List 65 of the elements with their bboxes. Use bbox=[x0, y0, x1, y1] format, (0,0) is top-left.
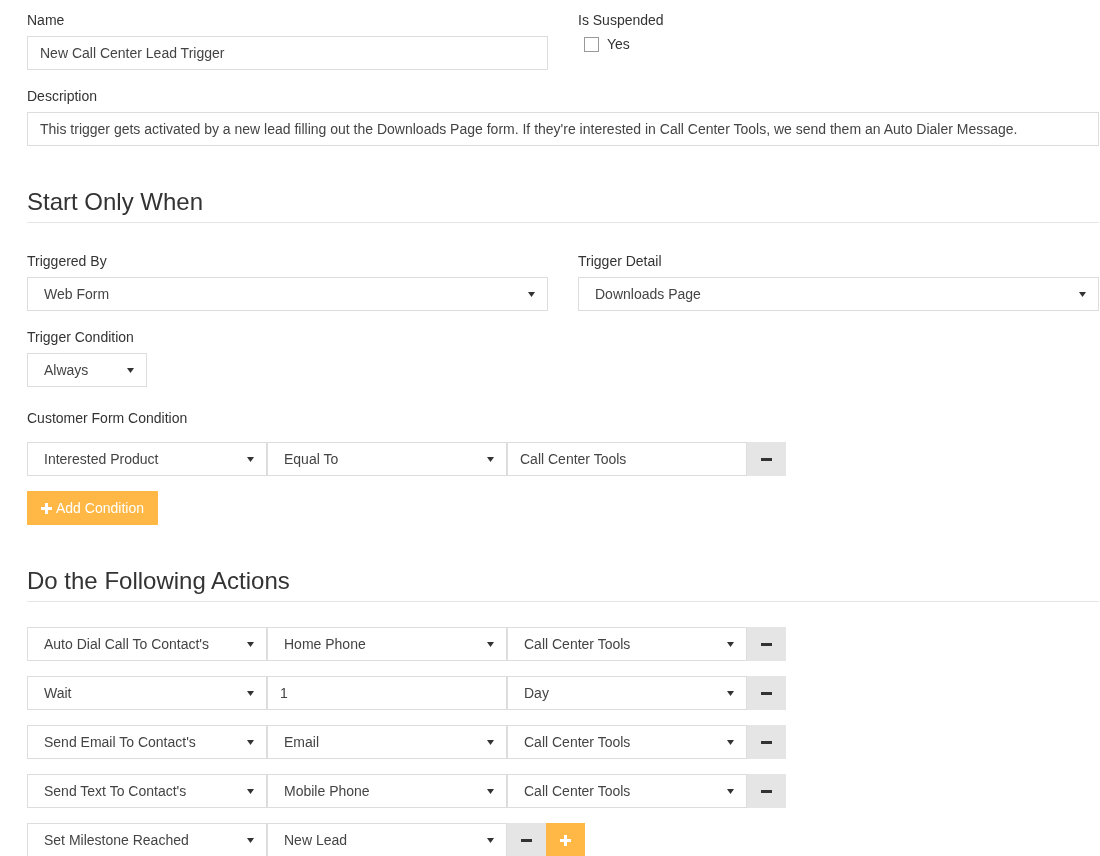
caret-icon bbox=[528, 291, 535, 297]
select-field[interactable]: Send Text To Contact's bbox=[27, 774, 267, 808]
field-label: Description bbox=[27, 87, 99, 106]
caret-icon bbox=[487, 739, 494, 745]
minus-icon bbox=[521, 838, 532, 842]
select-field[interactable]: Send Email To Contact's bbox=[27, 725, 267, 759]
input-field[interactable]: 1 bbox=[267, 676, 507, 710]
select-field[interactable]: New Lead bbox=[267, 823, 507, 856]
section-heading: Do the Following Actions bbox=[27, 565, 1099, 602]
select-field[interactable]: Downloads Page bbox=[578, 277, 1099, 311]
field-label: Is Suspended bbox=[578, 11, 665, 30]
minus-icon bbox=[761, 691, 772, 695]
caret-icon bbox=[727, 788, 734, 794]
caret-icon bbox=[487, 641, 494, 647]
caret-icon bbox=[247, 837, 254, 843]
caret-icon bbox=[487, 788, 494, 794]
remove-button[interactable] bbox=[747, 627, 786, 661]
caret-icon bbox=[247, 739, 254, 745]
select-field[interactable]: Wait bbox=[27, 676, 267, 710]
plus-icon bbox=[560, 834, 571, 846]
select-field[interactable]: Equal To bbox=[267, 442, 507, 476]
caret-icon bbox=[247, 456, 254, 462]
select-field[interactable]: Auto Dial Call To Contact's bbox=[27, 627, 267, 661]
caret-icon bbox=[247, 641, 254, 647]
caret-icon bbox=[727, 690, 734, 696]
caret-icon bbox=[247, 690, 254, 696]
remove-button[interactable] bbox=[747, 442, 786, 476]
caret-icon bbox=[727, 739, 734, 745]
input-field[interactable]: Call Center Tools bbox=[507, 442, 747, 476]
remove-button[interactable] bbox=[507, 823, 546, 856]
minus-icon bbox=[761, 740, 772, 744]
caret-icon bbox=[727, 641, 734, 647]
field-label: Triggered By bbox=[27, 252, 108, 271]
remove-button[interactable] bbox=[747, 774, 786, 808]
remove-button[interactable] bbox=[747, 725, 786, 759]
minus-icon bbox=[761, 789, 772, 793]
minus-icon bbox=[761, 457, 772, 461]
input-field[interactable]: This trigger gets activated by a new lead filling out the Downloads Page form. If they're interested in Call Center Tools, we send them an Auto Dialer Message. bbox=[27, 112, 1099, 146]
select-field[interactable]: Home Phone bbox=[267, 627, 507, 661]
input-field[interactable]: New Call Center Lead Trigger bbox=[27, 36, 548, 70]
checkbox-label: Yes bbox=[607, 36, 630, 52]
caret-icon bbox=[487, 837, 494, 843]
select-field[interactable]: Mobile Phone bbox=[267, 774, 507, 808]
field-label: Customer Form Condition bbox=[27, 409, 189, 428]
checkbox[interactable] bbox=[584, 36, 599, 52]
select-field[interactable]: Call Center Tools bbox=[507, 774, 747, 808]
select-field[interactable]: Always bbox=[27, 353, 147, 387]
select-field[interactable]: Call Center Tools bbox=[507, 725, 747, 759]
remove-button[interactable] bbox=[747, 676, 786, 710]
select-field[interactable]: Call Center Tools bbox=[507, 627, 747, 661]
caret-icon bbox=[487, 456, 494, 462]
field-label: Trigger Condition bbox=[27, 328, 135, 347]
section-heading: Start Only When bbox=[27, 186, 1099, 223]
plus-icon bbox=[41, 502, 52, 514]
caret-icon bbox=[127, 367, 134, 373]
field-label: Trigger Detail bbox=[578, 252, 663, 271]
select-field[interactable]: Set Milestone Reached bbox=[27, 823, 267, 856]
select-field[interactable]: Interested Product bbox=[27, 442, 267, 476]
field-label: Name bbox=[27, 11, 66, 30]
minus-icon bbox=[761, 642, 772, 646]
caret-icon bbox=[1079, 291, 1086, 297]
caret-icon bbox=[247, 788, 254, 794]
select-field[interactable]: Email bbox=[267, 725, 507, 759]
select-field[interactable]: Day bbox=[507, 676, 747, 710]
select-field[interactable]: Web Form bbox=[27, 277, 548, 311]
